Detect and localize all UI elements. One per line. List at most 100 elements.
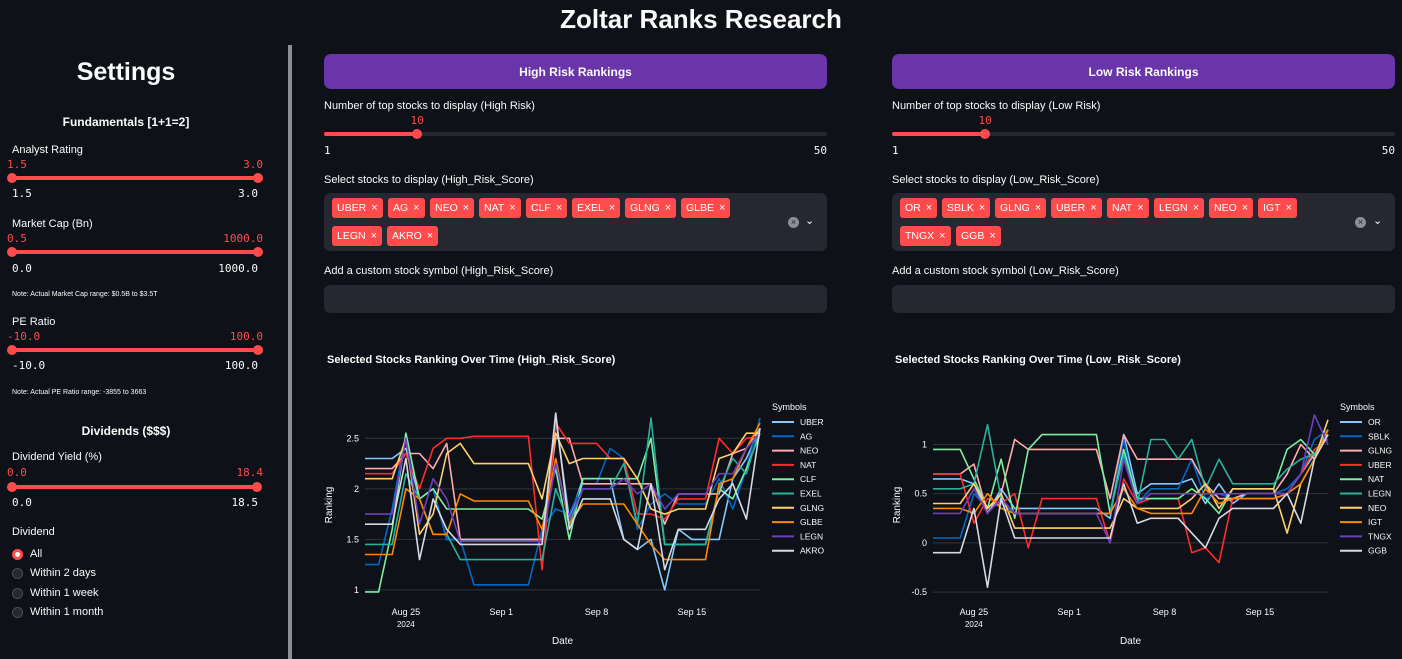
analyst-rating-low-thumb[interactable]	[7, 173, 17, 183]
stock-chip[interactable]: GLBE ×	[681, 198, 731, 218]
stock-chip[interactable]: OR ×	[900, 198, 938, 218]
stock-chip[interactable]: LEGN ×	[332, 226, 383, 246]
legend-item[interactable]: NAT	[1368, 474, 1384, 484]
remove-chip-icon[interactable]: ×	[413, 202, 419, 214]
dividend-radio-1-week[interactable]	[12, 588, 23, 599]
remove-chip-icon[interactable]: ×	[979, 202, 985, 214]
legend-item[interactable]: GLNG	[800, 503, 824, 513]
y-tick-label: 1	[354, 585, 359, 595]
y-axis-label: Ranking	[324, 487, 335, 524]
y-tick-label: -0.5	[911, 587, 927, 597]
stock-chip-label: AKRO	[392, 230, 422, 242]
stock-chip[interactable]: GLNG ×	[625, 198, 677, 218]
legend-item[interactable]: UBER	[800, 417, 824, 427]
remove-chip-icon[interactable]: ×	[1035, 202, 1041, 214]
legend-item[interactable]: LEGN	[800, 531, 823, 541]
series-line-nat[interactable]	[365, 422, 761, 571]
legend-item[interactable]: CLF	[800, 474, 816, 484]
high-risk-rankings-button[interactable]: High Risk Rankings	[324, 54, 827, 89]
analyst-rating-label: Analyst Rating	[12, 144, 83, 156]
dividend-radio-1-month[interactable]	[12, 607, 23, 618]
series-line-ggb[interactable]	[933, 434, 1329, 588]
stock-chip[interactable]: GLNG ×	[995, 198, 1047, 218]
stock-chip[interactable]: NEO ×	[1209, 198, 1254, 218]
series-line-tngx[interactable]	[933, 414, 1329, 544]
market-cap-high-thumb[interactable]	[253, 247, 263, 257]
legend-item[interactable]: TNGX	[1368, 531, 1392, 541]
remove-chip-icon[interactable]: ×	[371, 202, 377, 214]
high-chevron-down-icon[interactable]: ⌄	[805, 214, 814, 227]
remove-chip-icon[interactable]: ×	[1193, 202, 1199, 214]
pe-ratio-low-thumb[interactable]	[7, 345, 17, 355]
high-custom-symbol-input[interactable]	[324, 285, 827, 313]
legend-item[interactable]: NAT	[800, 460, 816, 470]
low-chevron-down-icon[interactable]: ⌄	[1373, 214, 1382, 227]
legend-item[interactable]: LEGN	[1368, 489, 1391, 499]
stock-chip[interactable]: UBER ×	[1051, 198, 1102, 218]
analyst-rating-high-thumb[interactable]	[253, 173, 263, 183]
remove-chip-icon[interactable]: ×	[719, 202, 725, 214]
stock-chip[interactable]: AKRO ×	[387, 226, 439, 246]
remove-chip-icon[interactable]: ×	[1137, 202, 1143, 214]
legend-item[interactable]: AG	[800, 431, 812, 441]
legend-item[interactable]: UBER	[1368, 460, 1392, 470]
dividends-header: Dividends ($$$)	[81, 424, 171, 438]
remove-chip-icon[interactable]: ×	[989, 230, 995, 242]
legend-item[interactable]: AKRO	[800, 546, 824, 556]
remove-chip-icon[interactable]: ×	[509, 202, 515, 214]
stock-chip[interactable]: CLF ×	[526, 198, 568, 218]
market-cap-low-thumb[interactable]	[7, 247, 17, 257]
remove-chip-icon[interactable]: ×	[371, 230, 377, 242]
stock-chip[interactable]: IGT ×	[1258, 198, 1297, 218]
sidebar-resize-handle[interactable]	[288, 45, 292, 659]
legend-item[interactable]: GLNG	[1368, 446, 1392, 456]
legend-item[interactable]: OR	[1368, 417, 1381, 427]
legend-item[interactable]: IGT	[1368, 517, 1382, 527]
market-cap-label: Market Cap (Bn)	[12, 218, 93, 230]
legend-item[interactable]: GLBE	[800, 517, 823, 527]
remove-chip-icon[interactable]: ×	[463, 202, 469, 214]
high-clear-icon[interactable]: ×	[788, 217, 799, 228]
stock-chip[interactable]: GGB ×	[956, 226, 1001, 246]
pe-ratio-max: 100.0	[224, 359, 258, 372]
low-risk-rankings-button[interactable]: Low Risk Rankings	[892, 54, 1395, 89]
dividend-radio-2-days[interactable]	[12, 568, 23, 579]
stock-chip[interactable]: NAT ×	[479, 198, 521, 218]
remove-chip-icon[interactable]: ×	[665, 202, 671, 214]
low-custom-label: Add a custom stock symbol (Low_Risk_Scor…	[892, 265, 1119, 277]
legend-item[interactable]: EXEL	[800, 489, 822, 499]
remove-chip-icon[interactable]: ×	[926, 202, 932, 214]
dividend-yield-low-thumb[interactable]	[7, 482, 17, 492]
remove-chip-icon[interactable]: ×	[427, 230, 433, 242]
low-slider-thumb[interactable]	[979, 129, 990, 139]
remove-chip-icon[interactable]: ×	[1286, 202, 1292, 214]
pe-ratio-high-thumb[interactable]	[253, 345, 263, 355]
remove-chip-icon[interactable]: ×	[939, 230, 945, 242]
y-tick-label: 2	[354, 484, 359, 494]
stock-chip[interactable]: SBLK ×	[942, 198, 991, 218]
stock-chip[interactable]: EXEL ×	[572, 198, 621, 218]
y-tick-label: 2.5	[346, 433, 359, 443]
dividend-yield-high-thumb[interactable]	[251, 482, 262, 492]
stock-chip[interactable]: AG ×	[388, 198, 425, 218]
remove-chip-icon[interactable]: ×	[556, 202, 562, 214]
low-slider-value: 10	[978, 114, 992, 127]
high-slider-thumb[interactable]	[411, 129, 422, 139]
series-line-neo[interactable]	[365, 427, 761, 541]
remove-chip-icon[interactable]: ×	[1242, 202, 1248, 214]
low-custom-symbol-input[interactable]	[892, 285, 1395, 313]
stock-chip[interactable]: LEGN ×	[1154, 198, 1205, 218]
series-line-glng[interactable]	[365, 432, 760, 536]
legend-item[interactable]: NEO	[800, 446, 819, 456]
remove-chip-icon[interactable]: ×	[609, 202, 615, 214]
legend-item[interactable]: SBLK	[1368, 431, 1390, 441]
legend-item[interactable]: NEO	[1368, 503, 1387, 513]
stock-chip[interactable]: TNGX ×	[900, 226, 951, 246]
dividend-radio-all[interactable]	[12, 549, 23, 560]
stock-chip[interactable]: NAT ×	[1107, 198, 1149, 218]
stock-chip[interactable]: NEO ×	[430, 198, 475, 218]
stock-chip[interactable]: UBER ×	[332, 198, 383, 218]
low-clear-icon[interactable]: ×	[1355, 217, 1366, 228]
remove-chip-icon[interactable]: ×	[1090, 202, 1096, 214]
legend-item[interactable]: GGB	[1368, 546, 1387, 556]
